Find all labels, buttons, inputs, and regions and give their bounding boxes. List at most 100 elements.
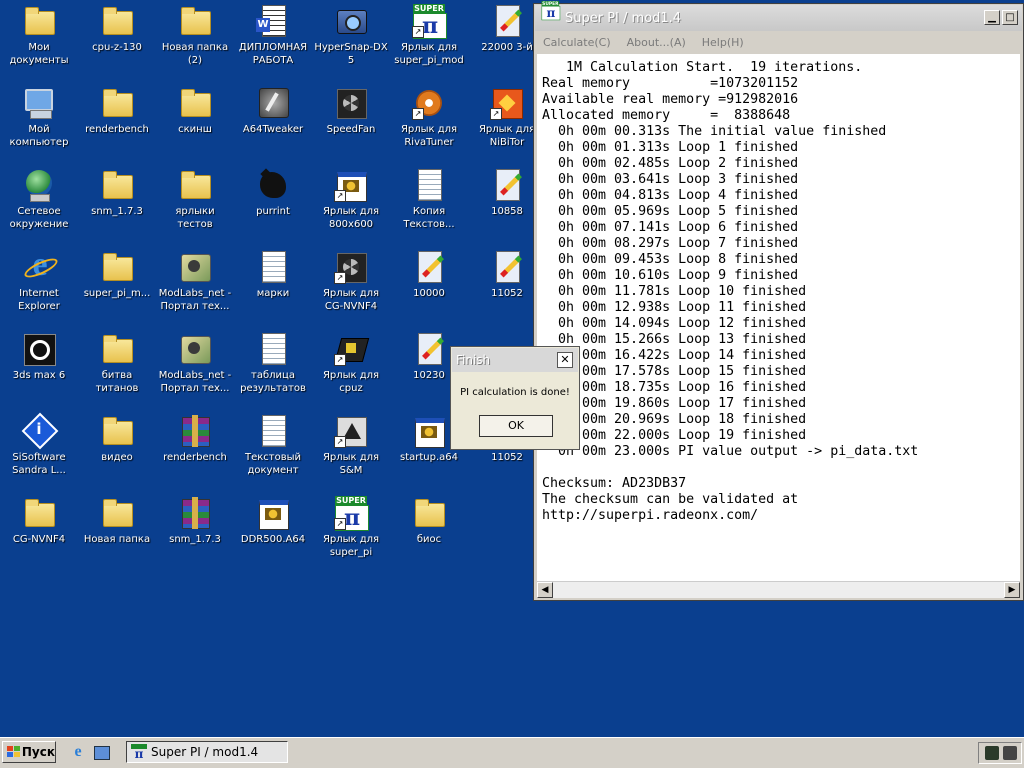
desktop-icon-modlabs-1[interactable]: ModLabs_net - Портал тех... — [156, 248, 234, 328]
folder-icon — [100, 86, 134, 120]
desktop-icon-text-document[interactable]: Текстовый документ — [234, 412, 312, 492]
window-title: Super PI / mod1.4 — [565, 10, 682, 26]
desktop-icon-my-documents[interactable]: Мои документы — [0, 2, 78, 82]
desktop-icon-10000[interactable]: 10000 — [390, 248, 468, 328]
rivatuner-gears-icon: ↗ — [412, 86, 446, 120]
system-tray — [978, 742, 1022, 764]
scroll-left-icon[interactable]: ◀ — [537, 582, 553, 598]
folder-documents-icon — [22, 4, 56, 38]
desktop-icon-test-shortcuts[interactable]: ярлыки тестов — [156, 166, 234, 246]
cpu-chip-icon: ↗ — [334, 332, 368, 366]
folder-icon — [100, 168, 134, 202]
desktop-icon-purrint[interactable]: purrint — [234, 166, 312, 246]
desktop-icon-shortcut-rivatuner[interactable]: ↗ Ярлык для RivaTuner — [390, 84, 468, 164]
desktop-icon-modlabs-2[interactable]: ModLabs_net - Портал тех... — [156, 330, 234, 410]
start-button[interactable]: Пуск — [2, 741, 56, 763]
desktop-icon-a64tweaker[interactable]: A64Tweaker — [234, 84, 312, 164]
taskbar-button-super-pi[interactable]: π Super PI / mod1.4 — [126, 741, 288, 763]
folder-icon — [100, 414, 134, 448]
desktop-icon-network[interactable]: Сетевое окружение — [0, 166, 78, 246]
web-link-icon — [178, 332, 212, 366]
desktop-icon-video[interactable]: видео — [78, 412, 156, 492]
window-titlebar[interactable]: Super PI / mod1.4 ▁ □ — [535, 1, 1022, 31]
horizontal-scrollbar[interactable]: ◀ ▶ — [537, 581, 1020, 598]
nibitor-icon: ↗ — [490, 86, 524, 120]
finish-dialog: Finish ✕ PI calculation is done! OK — [450, 346, 580, 450]
desktop-icon-new-folder-2[interactable]: Новая папка (2) — [156, 2, 234, 82]
desktop-icon-renderbench-folder[interactable]: renderbench — [78, 84, 156, 164]
menu-calculate[interactable]: Calculate(C) — [543, 36, 611, 49]
shortcut-arrow-icon: ↗ — [412, 26, 424, 38]
dialog-titlebar[interactable]: Finish ✕ — [452, 348, 578, 372]
folder-icon — [100, 250, 134, 284]
desktop-icon-bitva-titanov[interactable]: битва титанов — [78, 330, 156, 410]
desktop-icon-snm-folder[interactable]: snm_1.7.3 — [78, 166, 156, 246]
hypersnap-camera-icon — [334, 4, 368, 38]
calculation-output: 1M Calculation Start. 19 iterations. Rea… — [537, 54, 1020, 582]
dialog-title: Finish — [456, 353, 491, 367]
sm-test-icon: ↗ — [334, 414, 368, 448]
3dsmax-icon — [22, 332, 56, 366]
desktop-icon-renderbench-archive[interactable]: renderbench — [156, 412, 234, 492]
desktop-icon-cpu-z-130[interactable]: cpu-z-130 — [78, 2, 156, 82]
desktop-icon-bios[interactable]: биос — [390, 494, 468, 574]
desktop-icon-diploma[interactable]: ДИПЛОМНАЯ РАБОТА — [234, 2, 312, 82]
desktop-icon-shortcut-super-pi-mod[interactable]: ↗Ярлык для super_pi_mod — [390, 2, 468, 82]
quicklaunch-ie-icon[interactable]: e — [70, 744, 86, 760]
menu-help[interactable]: Help(H) — [702, 36, 744, 49]
dialog-message: PI calculation is done! — [460, 387, 570, 398]
desktop-icon-shortcut-super-pi[interactable]: ↗Ярлык для super_pi — [312, 494, 390, 574]
image-file-icon — [490, 250, 524, 284]
maximize-button[interactable]: □ — [1002, 10, 1018, 25]
dialog-close-button[interactable]: ✕ — [557, 352, 573, 368]
shortcut-arrow-icon: ↗ — [334, 436, 346, 448]
desktop-icon-internet-explorer[interactable]: Internet Explorer — [0, 248, 78, 328]
ok-button[interactable]: OK — [479, 415, 553, 437]
quicklaunch-desktop-icon[interactable] — [94, 744, 110, 760]
settings-file-icon — [412, 414, 446, 448]
desktop-icon-speedfan[interactable]: SpeedFan — [312, 84, 390, 164]
black-cat-icon — [256, 168, 290, 202]
image-file-icon — [412, 250, 446, 284]
menu-about[interactable]: About...(A) — [627, 36, 686, 49]
desktop-icon-ddr500[interactable]: DDR500.A64 — [234, 494, 312, 574]
super-pi-icon: ↗ — [334, 496, 369, 531]
desktop-icon-marki[interactable]: марки — [234, 248, 312, 328]
text-document-icon — [256, 250, 290, 284]
desktop-icon-sisoftware[interactable]: SiSoftware Sandra L... — [0, 412, 78, 492]
winrar-archive-icon — [178, 414, 212, 448]
desktop-icon-shortcut-800x600[interactable]: ↗ Ярлык для 800x600 — [312, 166, 390, 246]
desktop-icon-3dsmax[interactable]: 3ds max 6 — [0, 330, 78, 410]
desktop-icon-shortcut-cg-nvnf4[interactable]: ↗ Ярлык для CG-NVNF4 — [312, 248, 390, 328]
tray-hardware-icon[interactable] — [1003, 746, 1017, 760]
windows-flag-icon — [7, 746, 20, 758]
desktop-icon-results-table[interactable]: таблица результатов — [234, 330, 312, 410]
image-file-icon — [412, 332, 446, 366]
minimize-button[interactable]: ▁ — [984, 10, 1000, 25]
shortcut-arrow-icon: ↗ — [334, 272, 346, 284]
desktop-icon-shortcut-sm[interactable]: ↗ Ярлык для S&M — [312, 412, 390, 492]
super-pi-task-icon: π — [131, 744, 147, 760]
tray-network-icon[interactable] — [985, 746, 999, 760]
tuner-icon: ↗ — [334, 250, 368, 284]
desktop-icon-snm-archive[interactable]: snm_1.7.3 — [156, 494, 234, 574]
folder-icon — [178, 86, 212, 120]
desktop-icon-cg-nvnf4[interactable]: CG-NVNF4 — [0, 494, 78, 574]
sisoftware-icon — [22, 414, 56, 448]
desktop-icon-new-folder[interactable]: Новая папка — [78, 494, 156, 574]
super-pi-icon: ↗ — [412, 4, 447, 39]
desktop-icon-hypersnap[interactable]: HyperSnap-DX 5 — [312, 2, 390, 82]
a64tweaker-icon — [256, 86, 290, 120]
desktop-icon-shortcut-cpuz[interactable]: ↗ Ярлык для cpuz — [312, 330, 390, 410]
desktop-icon-super-pi-folder[interactable]: super_pi_m... — [78, 248, 156, 328]
folder-icon — [100, 496, 134, 530]
folder-icon — [412, 496, 446, 530]
folder-icon — [100, 332, 134, 366]
folder-icon — [178, 168, 212, 202]
desktop-icon-copy-text[interactable]: Копия Текстов... — [390, 166, 468, 246]
desktop-icon-my-computer[interactable]: Мой компьютер — [0, 84, 78, 164]
desktop-icon-skinsh[interactable]: скинш — [156, 84, 234, 164]
taskbar-button-label: Super PI / mod1.4 — [151, 745, 259, 759]
winrar-archive-icon — [178, 496, 212, 530]
scroll-right-icon[interactable]: ▶ — [1004, 582, 1020, 598]
